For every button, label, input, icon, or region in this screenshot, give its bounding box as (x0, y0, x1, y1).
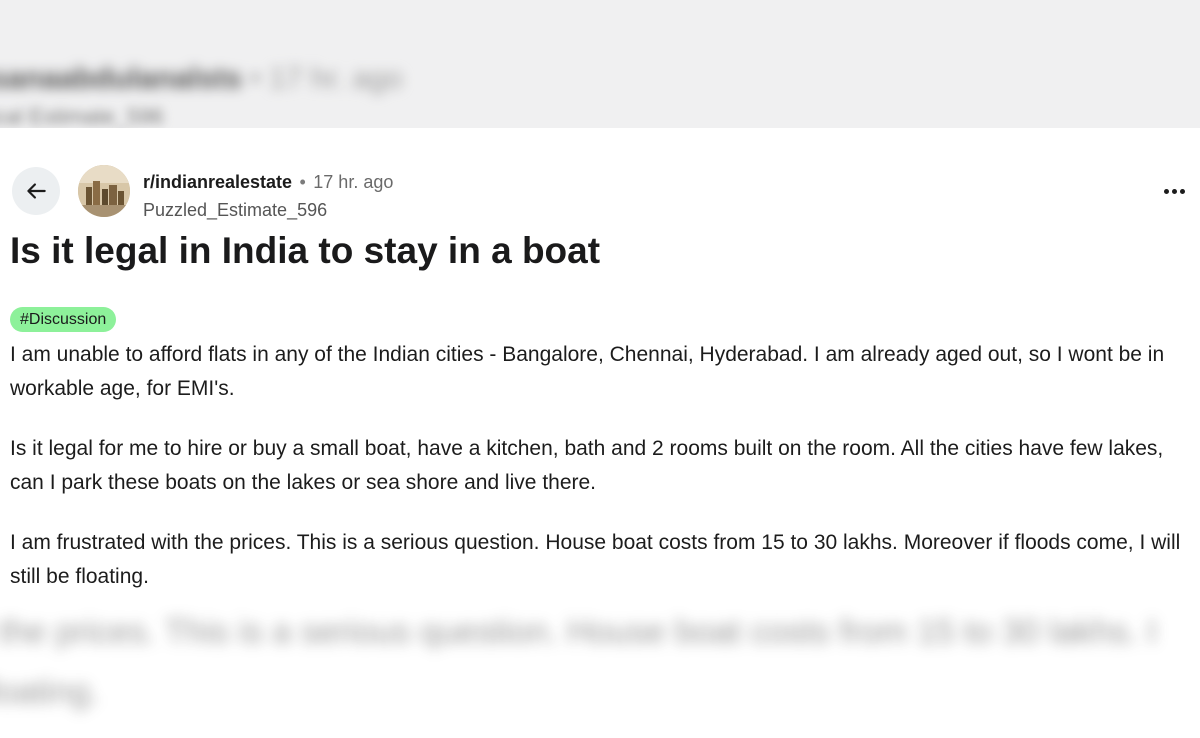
arrow-left-icon (27, 183, 46, 199)
blurred-background-footer: I the prices. This is a serious question… (0, 602, 1200, 722)
blurred-username: sanaabdulanalsts (0, 62, 242, 95)
post-screenshot: sanaabdulanalsts • 17 hr. ago ical Estim… (0, 0, 1200, 738)
post-paragraph: I am unable to afford flats in any of th… (10, 343, 1165, 400)
post-paragraph: Is it legal for me to hire or buy a smal… (10, 437, 1164, 494)
subreddit-link[interactable]: r/indianrealestate (143, 172, 292, 192)
post-meta: r/indianrealestate • 17 hr. ago Puzzled_… (143, 169, 393, 223)
blurred-background-header: sanaabdulanalsts • 17 hr. ago ical Estim… (0, 0, 1200, 128)
author-link[interactable]: Puzzled_Estimate_596 (143, 197, 393, 223)
meta-separator: • (299, 172, 306, 192)
more-horizontal-icon-dot (1171, 188, 1177, 194)
blurred-footer-line: I the prices. This is a serious question… (0, 613, 1157, 651)
more-horizontal-icon (1163, 188, 1169, 194)
avatar-image (78, 165, 130, 217)
post-title: Is it legal in India to stay in a boat (10, 230, 601, 271)
post-paragraph: I am frustrated with the prices. This is… (10, 531, 1181, 588)
back-button[interactable] (12, 167, 60, 215)
blurred-time: • 17 hr. ago (250, 62, 403, 95)
post-flair[interactable]: #Discussion (10, 307, 117, 332)
blurred-header-line: sanaabdulanalsts • 17 hr. ago (0, 62, 402, 96)
blurred-subline: ical Estimate_596 (0, 104, 164, 128)
blurred-footer-line: floating. (0, 673, 100, 711)
post-body: I am unable to afford flats in any of th… (10, 338, 1195, 620)
more-options-button[interactable] (1156, 176, 1192, 206)
more-horizontal-icon-dot (1179, 188, 1185, 194)
post-time: 17 hr. ago (313, 172, 394, 192)
subreddit-avatar[interactable] (78, 165, 130, 217)
